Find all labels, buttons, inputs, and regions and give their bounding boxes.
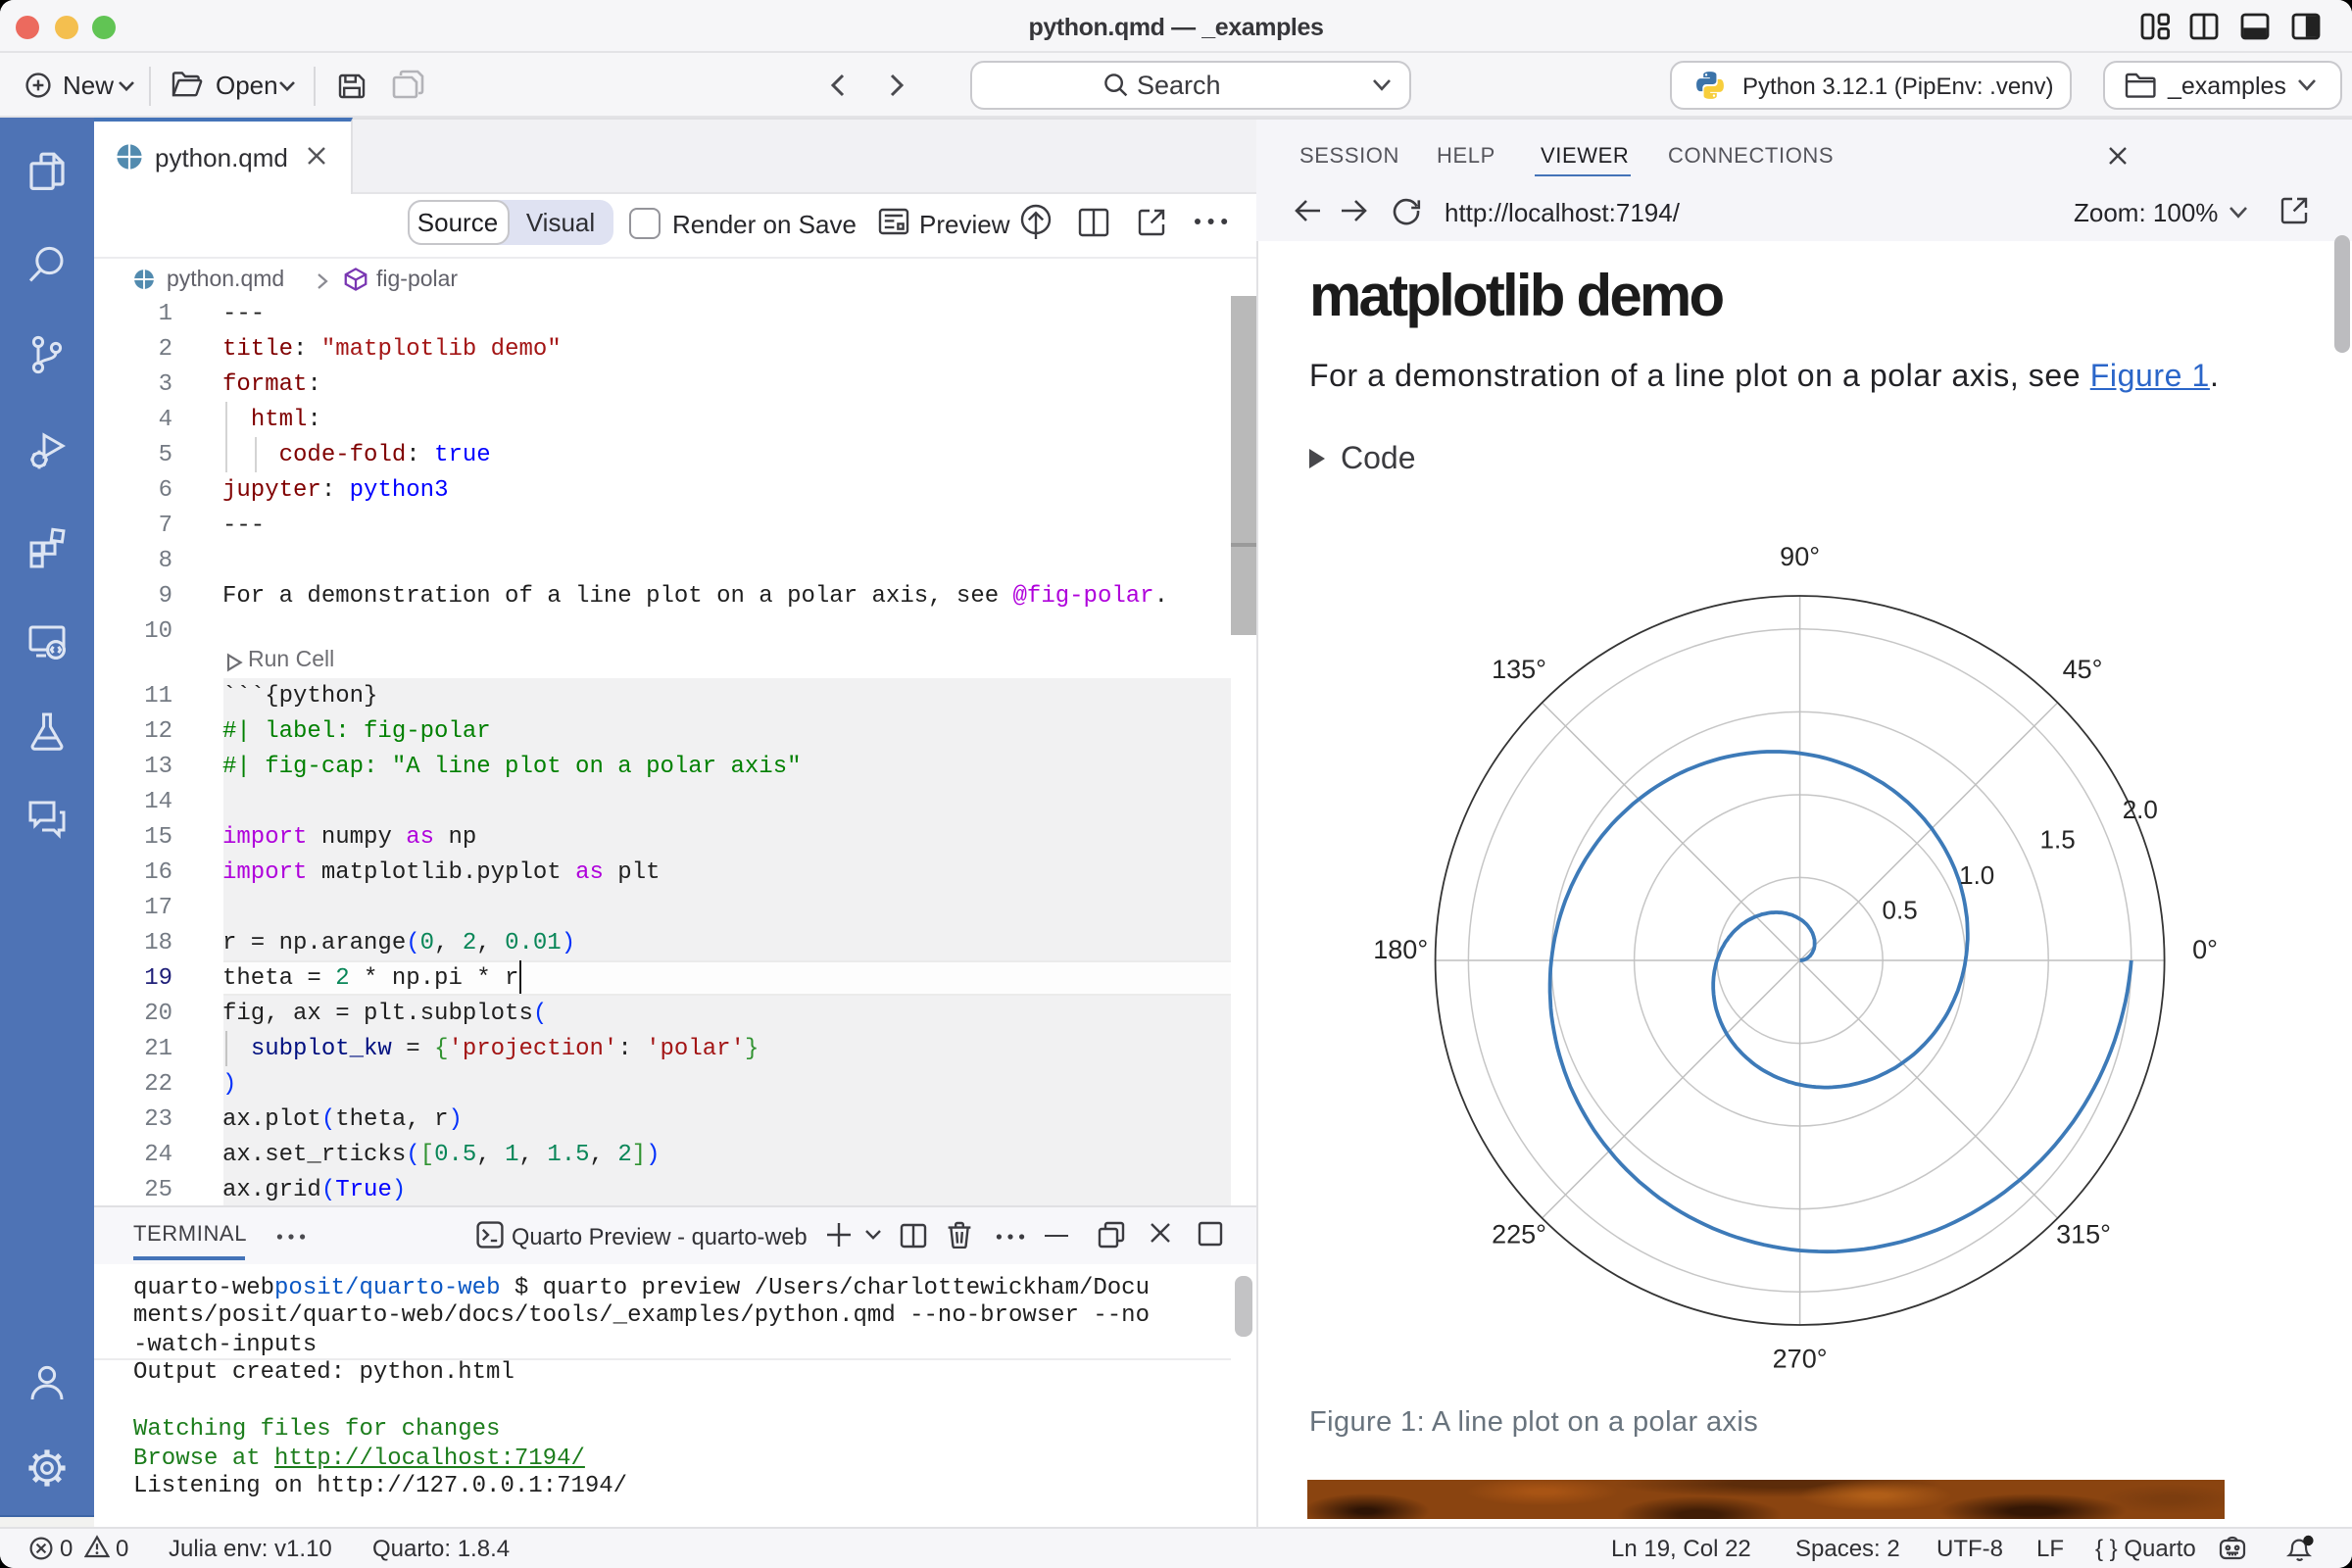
svg-text:45°: 45° [2063,655,2103,684]
svg-text:1.5: 1.5 [2040,825,2076,855]
svg-text:315°: 315° [2056,1219,2111,1249]
svg-text:90°: 90° [1780,542,1820,571]
svg-text:135°: 135° [1492,655,1546,684]
svg-text:270°: 270° [1773,1345,1828,1374]
svg-text:2.0: 2.0 [2123,795,2158,824]
svg-text:225°: 225° [1492,1219,1546,1249]
svg-text:1.0: 1.0 [1959,860,1994,890]
svg-text:0.5: 0.5 [1883,895,1918,924]
svg-text:0°: 0° [2192,935,2218,964]
svg-text:180°: 180° [1373,935,1428,964]
